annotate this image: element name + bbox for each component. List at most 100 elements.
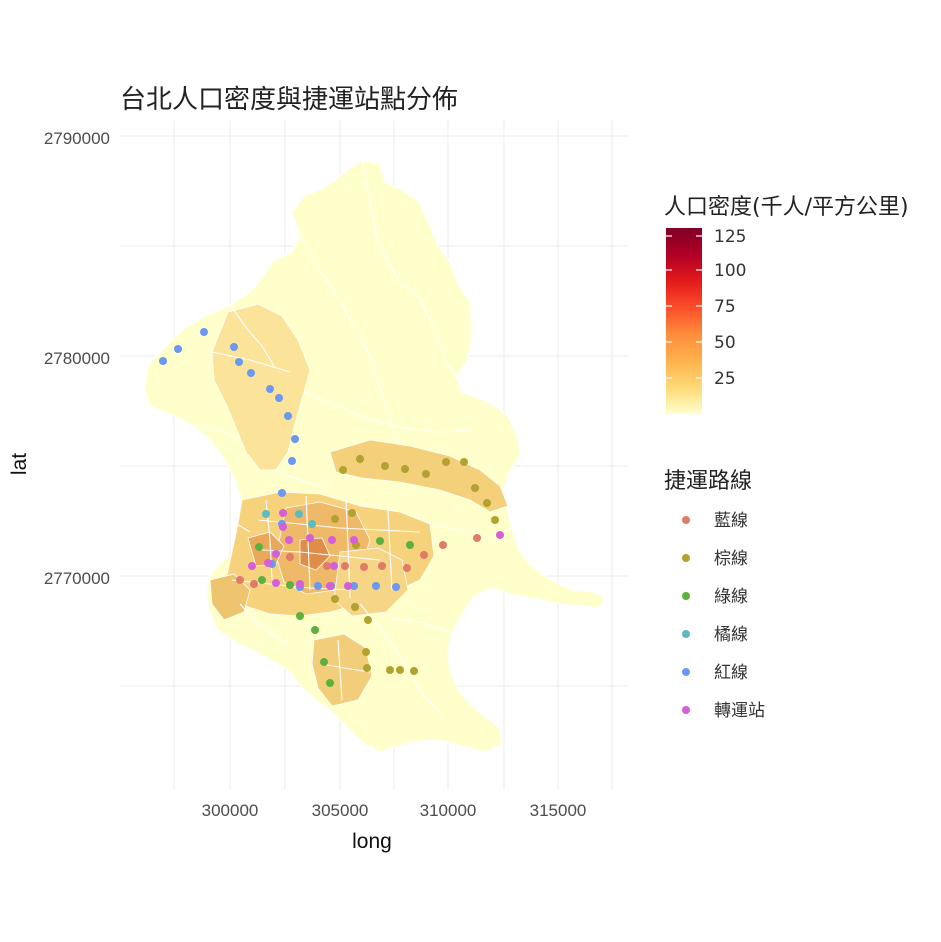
mrt-station-marker: [308, 520, 316, 528]
legend-label: 綠線: [714, 587, 748, 607]
mrt-station-marker: [284, 412, 292, 420]
y-axis-label: lat: [8, 453, 31, 475]
mrt-station-marker: [376, 537, 384, 545]
mrt-station-marker: [386, 666, 394, 674]
mrt-station-marker: [288, 457, 296, 465]
mrt-station-marker: [330, 562, 338, 570]
mrt-station-marker: [403, 564, 411, 572]
density-legend-title: 人口密度(千人/平方公里): [664, 195, 909, 220]
legend-key-dot: [682, 554, 690, 562]
legend-label: 棕線: [714, 549, 748, 569]
legend-label: 紅線: [714, 663, 748, 683]
mrt-station-marker: [392, 583, 400, 591]
mrt-station-marker: [362, 648, 370, 656]
mrt-station-marker: [328, 536, 336, 544]
mrt-station-marker: [372, 582, 380, 590]
mrt-station-marker: [364, 616, 372, 624]
mrt-station-marker: [272, 579, 280, 587]
mrt-station-marker: [439, 541, 447, 549]
mrt-station-marker: [258, 576, 266, 584]
colorbar-tick-label: 75: [714, 297, 736, 317]
colorbar-tick-label: 100: [714, 261, 746, 281]
mrt-station-marker: [306, 534, 314, 542]
mrt-station-marker: [381, 462, 389, 470]
y-tick-label: 2780000: [44, 349, 110, 368]
mrt-station-marker: [350, 536, 358, 544]
mrt-station-marker: [279, 509, 287, 517]
y-tick-label: 2790000: [44, 129, 110, 148]
mrt-station-marker: [396, 666, 404, 674]
mrt-station-marker: [286, 553, 294, 561]
x-tick-label: 315000: [530, 801, 587, 820]
mrt-station-marker: [341, 562, 349, 570]
y-tick-label: 2770000: [44, 569, 110, 588]
mrt-station-marker: [331, 595, 339, 603]
mrt-station-marker: [420, 551, 428, 559]
x-tick-label: 300000: [202, 801, 259, 820]
chart-title: 台北人口密度與捷運站點分佈: [120, 85, 458, 115]
legend-key-dot: [682, 516, 690, 524]
mrt-station-marker: [264, 559, 272, 567]
mrt-station-marker: [491, 516, 499, 524]
mrt-station-marker: [344, 582, 352, 590]
mrt-station-marker: [295, 510, 303, 518]
mrt-station-marker: [410, 667, 418, 675]
colorbar-tick-label: 125: [714, 227, 746, 247]
legend-label: 橘線: [714, 625, 748, 645]
x-axis-label: long: [352, 830, 392, 853]
mrt-station-marker: [174, 345, 182, 353]
mrt-station-marker: [200, 328, 208, 336]
mrt-station-marker: [473, 534, 481, 542]
x-tick-label: 305000: [312, 801, 369, 820]
mrt-station-marker: [266, 385, 274, 393]
legend-label: 轉運站: [714, 701, 765, 721]
mrt-station-marker: [291, 435, 299, 443]
mrt-station-marker: [320, 658, 328, 666]
legend-label: 藍線: [714, 511, 748, 531]
mrt-station-marker: [496, 531, 504, 539]
mrt-station-marker: [230, 343, 238, 351]
legend-key-dot: [682, 592, 690, 600]
mrt-station-marker: [483, 499, 491, 507]
mrt-station-marker: [339, 466, 347, 474]
mrt-station-marker: [360, 563, 368, 571]
mrt-station-marker: [296, 612, 304, 620]
mrt-station-marker: [250, 580, 258, 588]
mrt-station-marker: [236, 576, 244, 584]
mrt-station-marker: [348, 509, 356, 517]
mrt-station-marker: [285, 536, 293, 544]
mrt-station-marker: [356, 455, 364, 463]
x-tick-label: 310000: [420, 801, 477, 820]
mrt-station-marker: [272, 550, 280, 558]
mrt-station-marker: [406, 541, 414, 549]
mrt-station-marker: [442, 458, 450, 466]
mrt-station-marker: [326, 679, 334, 687]
mrt-station-marker: [460, 458, 468, 466]
mrt-station-marker: [278, 489, 286, 497]
mrt-station-marker: [159, 357, 167, 365]
mrt-station-marker: [378, 562, 386, 570]
mrt-station-marker: [351, 603, 359, 611]
legend-key-dot: [682, 668, 690, 676]
mrt-station-marker: [326, 582, 334, 590]
mrt-station-marker: [422, 470, 430, 478]
mrt-station-marker: [363, 664, 371, 672]
mrt-station-marker: [247, 369, 255, 377]
mrt-station-marker: [314, 582, 322, 590]
map-figure: 台北人口密度與捷運站點分佈 2790000 2780000 2770000 300000…: [8, 85, 909, 853]
mrt-station-marker: [331, 515, 339, 523]
mrt-station-marker: [248, 562, 256, 570]
mrt-station-marker: [262, 510, 270, 518]
line-legend-title: 捷運路線: [664, 469, 752, 494]
mrt-station-marker: [296, 580, 304, 588]
mrt-station-marker: [323, 562, 331, 570]
density-colorbar: [666, 228, 702, 414]
legend-key-dot: [682, 706, 690, 714]
colorbar-tick-label: 25: [714, 369, 736, 389]
mrt-station-marker: [471, 484, 479, 492]
mrt-station-marker: [275, 394, 283, 402]
mrt-station-marker: [401, 465, 409, 473]
mrt-station-marker: [286, 581, 294, 589]
legend-key-dot: [682, 630, 690, 638]
colorbar-tick-label: 50: [714, 333, 736, 353]
